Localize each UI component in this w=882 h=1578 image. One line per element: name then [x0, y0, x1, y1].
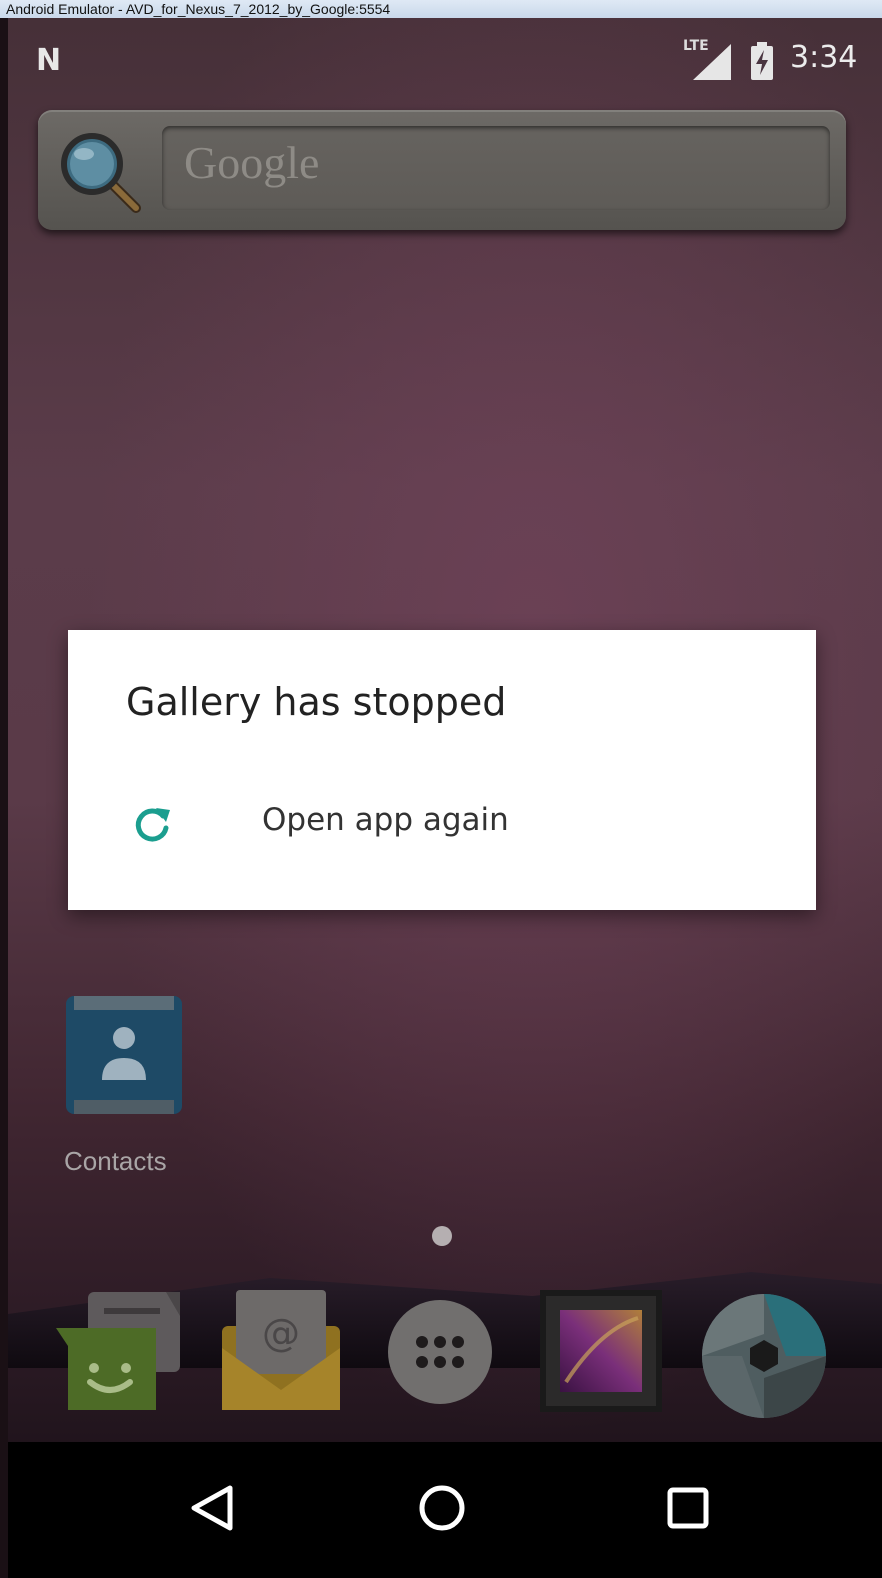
app-label: Contacts [64, 1146, 167, 1176]
app-contacts[interactable]: Contacts [64, 996, 184, 1176]
search-placeholder: Google [184, 137, 320, 188]
page-indicator [432, 1226, 452, 1246]
app-launcher-icon[interactable] [388, 1300, 492, 1404]
navigation-bar [8, 1442, 882, 1578]
email-icon[interactable]: @ [218, 1286, 344, 1416]
status-bar: N LTE 3:34 [8, 18, 882, 98]
search-input[interactable]: Google [162, 126, 830, 210]
dialog-title: Gallery has stopped [126, 680, 507, 724]
battery-charging-icon [751, 42, 773, 80]
home-icon[interactable] [414, 1480, 470, 1536]
app-stopped-dialog: Gallery has stopped Open app again [68, 630, 816, 910]
camera-icon[interactable] [702, 1294, 826, 1418]
back-icon[interactable] [184, 1480, 240, 1536]
svg-text:@: @ [262, 1311, 300, 1355]
notification-n-icon: N [36, 43, 62, 78]
messages-icon[interactable] [56, 1286, 186, 1416]
recents-icon[interactable] [660, 1480, 716, 1536]
android-screen: N LTE 3:34 Google Contacts @ Gallery has… [8, 18, 882, 1578]
dock: @ [8, 1286, 882, 1436]
open-app-again-button[interactable]: Open app again [68, 790, 816, 880]
network-type-label: LTE [683, 38, 709, 54]
google-search-widget[interactable]: Google [38, 110, 846, 230]
contacts-icon [66, 996, 182, 1114]
open-app-again-label: Open app again [262, 802, 509, 838]
status-clock: 3:34 [790, 40, 858, 75]
reload-icon [135, 808, 170, 842]
gallery-icon[interactable] [540, 1290, 662, 1412]
emulator-window-title: Android Emulator - AVD_for_Nexus_7_2012_… [0, 0, 882, 18]
search-icon [61, 133, 141, 213]
